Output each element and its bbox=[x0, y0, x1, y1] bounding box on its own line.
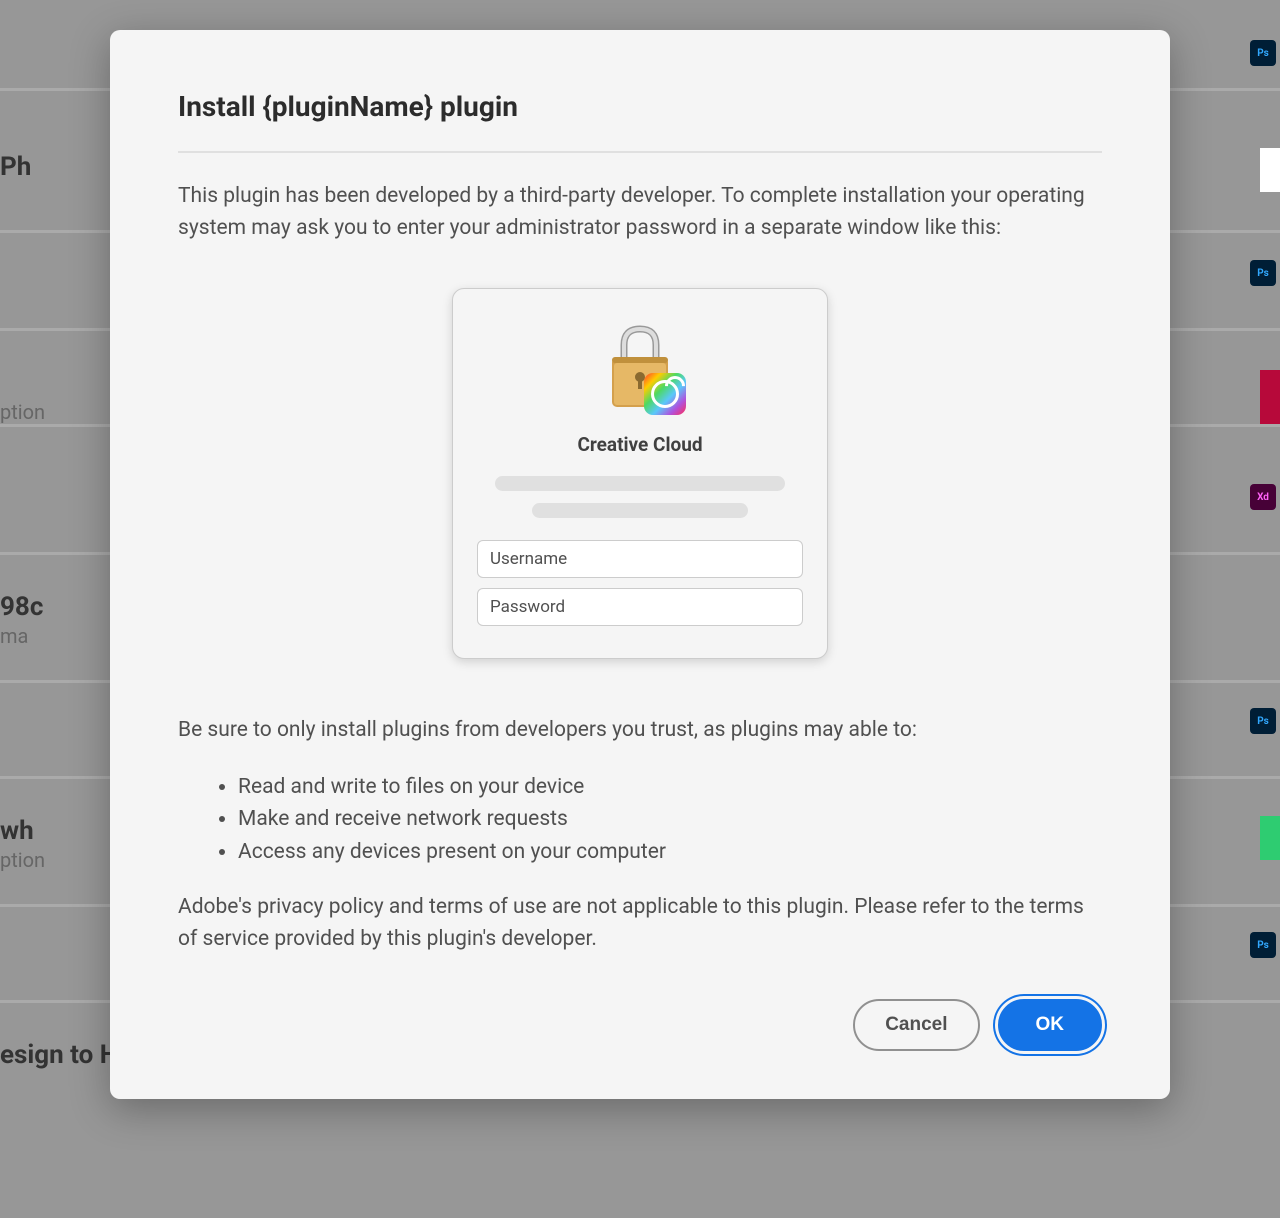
username-field-example: Username bbox=[477, 540, 803, 578]
modal-intro-text: This plugin has been developed by a thir… bbox=[178, 181, 1102, 244]
prompt-title: Creative Cloud bbox=[473, 433, 807, 456]
ok-button[interactable]: OK bbox=[998, 999, 1103, 1051]
password-prompt-example: Creative Cloud Username Password bbox=[452, 288, 828, 659]
privacy-note-text: Adobe's privacy policy and terms of use … bbox=[178, 892, 1102, 955]
skeleton-line bbox=[495, 476, 785, 491]
modal-button-row: Cancel OK bbox=[178, 999, 1102, 1051]
install-plugin-modal: Install {pluginName} plugin This plugin … bbox=[110, 30, 1170, 1099]
warning-item: Access any devices present on your compu… bbox=[238, 836, 1102, 869]
warning-intro-text: Be sure to only install plugins from dev… bbox=[178, 715, 1102, 747]
modal-backdrop: Install {pluginName} plugin This plugin … bbox=[0, 0, 1280, 1218]
modal-title: Install {pluginName} plugin bbox=[178, 90, 1102, 153]
warning-list: Read and write to files on your device M… bbox=[178, 771, 1102, 869]
warning-item: Read and write to files on your device bbox=[238, 771, 1102, 804]
cancel-button[interactable]: Cancel bbox=[853, 999, 979, 1051]
password-field-example: Password bbox=[477, 588, 803, 626]
lock-icon-container bbox=[473, 319, 807, 415]
skeleton-line bbox=[532, 503, 748, 518]
warning-item: Make and receive network requests bbox=[238, 803, 1102, 836]
creative-cloud-badge-icon bbox=[644, 373, 686, 415]
